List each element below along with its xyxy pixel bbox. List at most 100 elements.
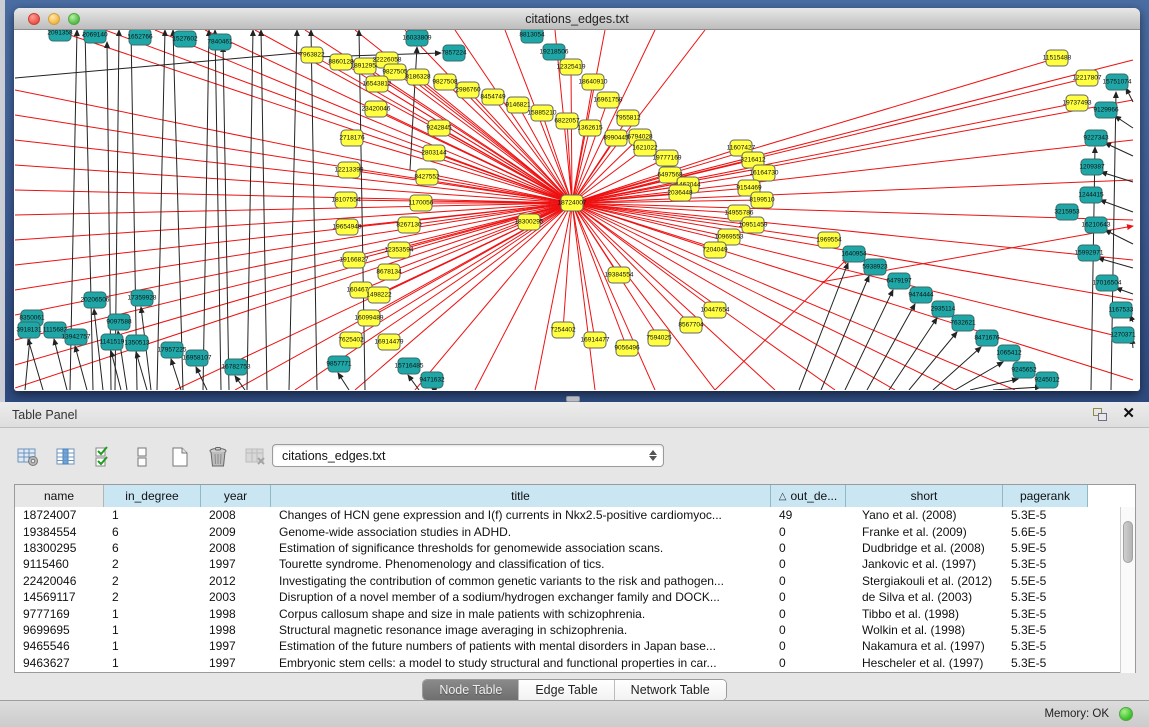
network-node[interactable]: 1652766: [127, 30, 153, 45]
network-edge[interactable]: [352, 138, 572, 203]
network-node[interactable]: 10447654: [701, 302, 730, 318]
network-node[interactable]: 1167533: [1109, 302, 1134, 318]
network-canvas[interactable]: 2091358206914016527661527602784046116033…: [15, 30, 1139, 390]
network-edge[interactable]: [408, 375, 419, 390]
table-scrollbar[interactable]: [1120, 507, 1135, 673]
network-node[interactable]: 3918131: [16, 322, 42, 338]
network-edge[interactable]: [15, 203, 572, 365]
network-node[interactable]: 9227343: [1083, 130, 1109, 146]
network-node[interactable]: 5938923: [862, 259, 888, 275]
network-edge[interactable]: [215, 30, 221, 390]
table-row[interactable]: 1456911722003Disruption of a novel membe…: [15, 589, 1135, 605]
network-node[interactable]: 15716485: [395, 358, 424, 374]
network-edge[interactable]: [173, 30, 183, 390]
network-edge[interactable]: [410, 47, 417, 170]
network-node[interactable]: 7857224: [441, 45, 467, 61]
network-edge[interactable]: [28, 339, 43, 390]
network-node[interactable]: 7632621: [950, 315, 976, 331]
network-node[interactable]: 7955812: [615, 110, 641, 126]
network-node[interactable]: 1244415: [1078, 187, 1104, 203]
network-node[interactable]: 1640954: [841, 246, 867, 262]
network-edge[interactable]: [572, 203, 655, 390]
network-node[interactable]: 9242845: [426, 120, 452, 136]
network-node[interactable]: 15751074: [1103, 74, 1132, 90]
table-mode-button[interactable]: [128, 443, 156, 471]
network-node[interactable]: 18640910: [579, 74, 608, 90]
network-node[interactable]: 7963822: [299, 47, 325, 63]
network-node[interactable]: 1969554: [816, 232, 842, 248]
network-node[interactable]: 19384554: [605, 267, 634, 283]
close-panel-icon[interactable]: ✕: [1122, 406, 1135, 422]
network-edge[interactable]: [196, 367, 207, 390]
network-node[interactable]: 8454749: [480, 89, 506, 105]
table-row[interactable]: 1872400712008Changes of HCN gene express…: [15, 507, 1135, 523]
network-edge[interactable]: [563, 203, 572, 330]
scrollbar-thumb[interactable]: [1123, 521, 1133, 563]
network-node[interactable]: 19737493: [1063, 95, 1092, 111]
network-node[interactable]: 9857771: [326, 356, 352, 372]
network-node[interactable]: 8199510: [749, 192, 775, 208]
network-node[interactable]: 8186328: [405, 69, 431, 85]
network-edge[interactable]: [223, 46, 229, 390]
column-header-short[interactable]: short: [846, 485, 1003, 507]
network-node[interactable]: 9245652: [1011, 362, 1037, 378]
column-header-out_de[interactable]: △out_de...: [771, 485, 846, 507]
network-edge[interactable]: [572, 203, 595, 390]
network-node[interactable]: 15992971: [1075, 245, 1104, 261]
table-selector-dropdown[interactable]: citations_edges.txt: [272, 444, 664, 467]
network-node[interactable]: 23420046: [362, 101, 391, 117]
network-edge[interactable]: [15, 203, 572, 290]
network-edge[interactable]: [415, 203, 572, 390]
network-edge[interactable]: [1100, 200, 1133, 212]
network-node[interactable]: 16961758: [594, 92, 623, 108]
network-edge[interactable]: [1115, 116, 1133, 128]
network-node[interactable]: 16782753: [222, 359, 251, 375]
network-node[interactable]: 12213399: [335, 162, 364, 178]
network-edge[interactable]: [171, 359, 181, 390]
network-node[interactable]: 1209387: [1079, 159, 1105, 175]
network-node[interactable]: 17359928: [128, 290, 157, 306]
new-column-button[interactable]: [166, 443, 194, 471]
network-node[interactable]: 12325419: [557, 59, 586, 75]
network-node[interactable]: 7204049: [702, 242, 728, 258]
network-node[interactable]: 3215953: [1054, 204, 1080, 220]
network-node[interactable]: 7625402: [338, 332, 364, 348]
network-node[interactable]: 7840461: [207, 34, 233, 50]
table-settings-button[interactable]: [14, 443, 42, 471]
network-node[interactable]: 1170056: [409, 195, 434, 211]
column-header-title[interactable]: title: [271, 485, 771, 507]
network-node[interactable]: 1065412: [996, 345, 1022, 361]
network-edge[interactable]: [157, 30, 165, 390]
network-node[interactable]: 11515488: [1043, 50, 1072, 66]
network-node[interactable]: 16210643: [1082, 217, 1111, 233]
network-node[interactable]: 1362615: [577, 120, 603, 136]
network-edge[interactable]: [136, 352, 147, 390]
network-edge[interactable]: [572, 203, 1133, 380]
table-row[interactable]: 977716911998Corpus callosum shape and si…: [15, 605, 1135, 621]
tab-edge-table[interactable]: Edge Table: [519, 680, 614, 700]
network-edge[interactable]: [867, 304, 915, 390]
network-node[interactable]: 8471676: [974, 330, 1000, 346]
network-edge[interactable]: [993, 387, 1041, 390]
network-node[interactable]: 2036448: [667, 185, 693, 201]
table-row[interactable]: 2242004622012Investigating the contribut…: [15, 573, 1135, 589]
tab-node-table[interactable]: Node Table: [423, 680, 519, 700]
network-node[interactable]: 8267130: [396, 217, 422, 233]
column-header-in_degree[interactable]: in_degree: [104, 485, 201, 507]
network-edge[interactable]: [955, 362, 1003, 390]
network-edge[interactable]: [289, 30, 297, 390]
network-edge[interactable]: [1105, 143, 1133, 156]
network-node[interactable]: 15885210: [528, 105, 557, 121]
network-node[interactable]: 19777169: [653, 150, 682, 166]
network-node[interactable]: 13942757: [62, 329, 91, 345]
network-node[interactable]: 18724007: [558, 195, 587, 211]
network-edge[interactable]: [572, 82, 593, 203]
network-node[interactable]: 9827508: [432, 74, 458, 90]
network-node[interactable]: 17016504: [1093, 275, 1122, 291]
network-node[interactable]: 1350513: [124, 335, 150, 351]
network-node[interactable]: 16914477: [581, 332, 610, 348]
table-row[interactable]: 1830029562008Estimation of significance …: [15, 540, 1135, 556]
network-node[interactable]: 19166827: [340, 252, 369, 268]
network-edge[interactable]: [15, 203, 572, 340]
network-edge[interactable]: [94, 309, 103, 390]
